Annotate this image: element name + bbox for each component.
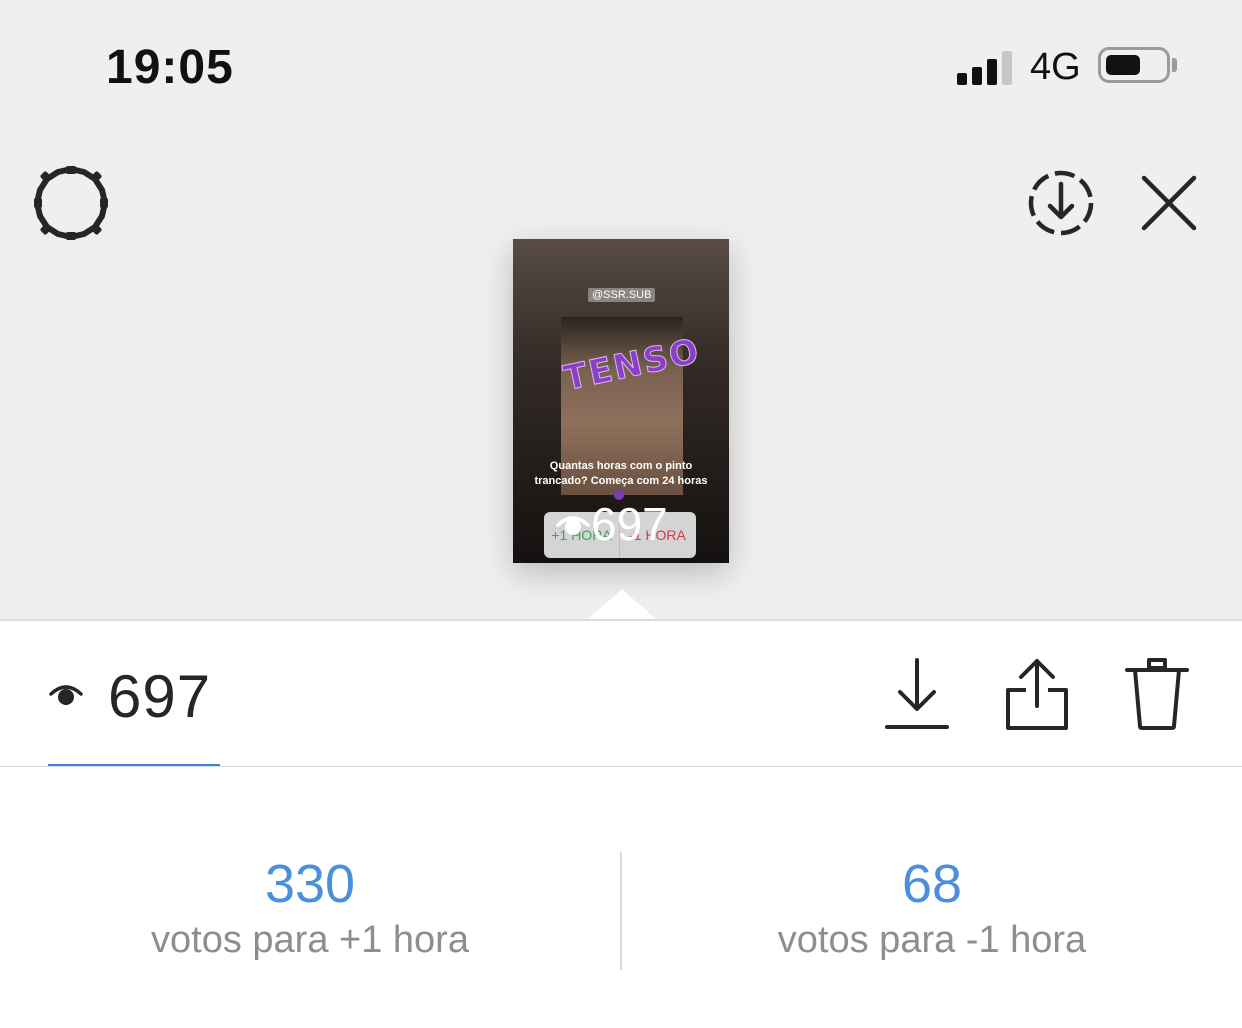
status-time: 19:05 (106, 41, 234, 94)
close-icon[interactable] (1141, 175, 1197, 231)
battery-fill (1106, 55, 1140, 75)
story-question-line1: Quantas horas com o pinto (549, 460, 693, 472)
story-thumbnail[interactable]: @SSR.SUB TENSO Quantas horas com o pinto… (513, 239, 729, 563)
view-count[interactable]: 697 (108, 662, 211, 731)
trash-icon[interactable] (1124, 656, 1190, 732)
story-view-overlay: 697 (555, 497, 668, 551)
battery-icon (1098, 47, 1170, 83)
download-icon[interactable] (884, 656, 950, 732)
eye-icon (556, 516, 590, 535)
battery-tip (1172, 58, 1177, 72)
poll-result-option-b: 68 votos para -1 hora (622, 850, 1242, 966)
eye-icon[interactable] (48, 680, 84, 710)
preview-caret (586, 589, 658, 621)
poll-result-label: votos para -1 hora (777, 919, 1087, 961)
download-circle-icon[interactable] (1026, 168, 1096, 238)
story-handle: @SSR.SUB (588, 288, 656, 302)
poll-result-count: 68 (901, 854, 963, 914)
poll-result-option-a: 330 votos para +1 hora (0, 850, 620, 966)
signal-icon (957, 49, 1013, 85)
share-icon[interactable] (1004, 656, 1070, 732)
poll-result-label: votos para +1 hora (151, 919, 469, 961)
story-question: Quantas horas com o pinto trancado? Come… (515, 459, 727, 489)
row-divider (0, 766, 1242, 767)
poll-result-count: 330 (264, 854, 356, 914)
network-label: 4G (1030, 46, 1081, 88)
story-question-line2: trancado? Começa com 24 horas (534, 475, 708, 487)
gear-icon[interactable] (34, 166, 108, 240)
story-view-count: 697 (591, 498, 668, 550)
